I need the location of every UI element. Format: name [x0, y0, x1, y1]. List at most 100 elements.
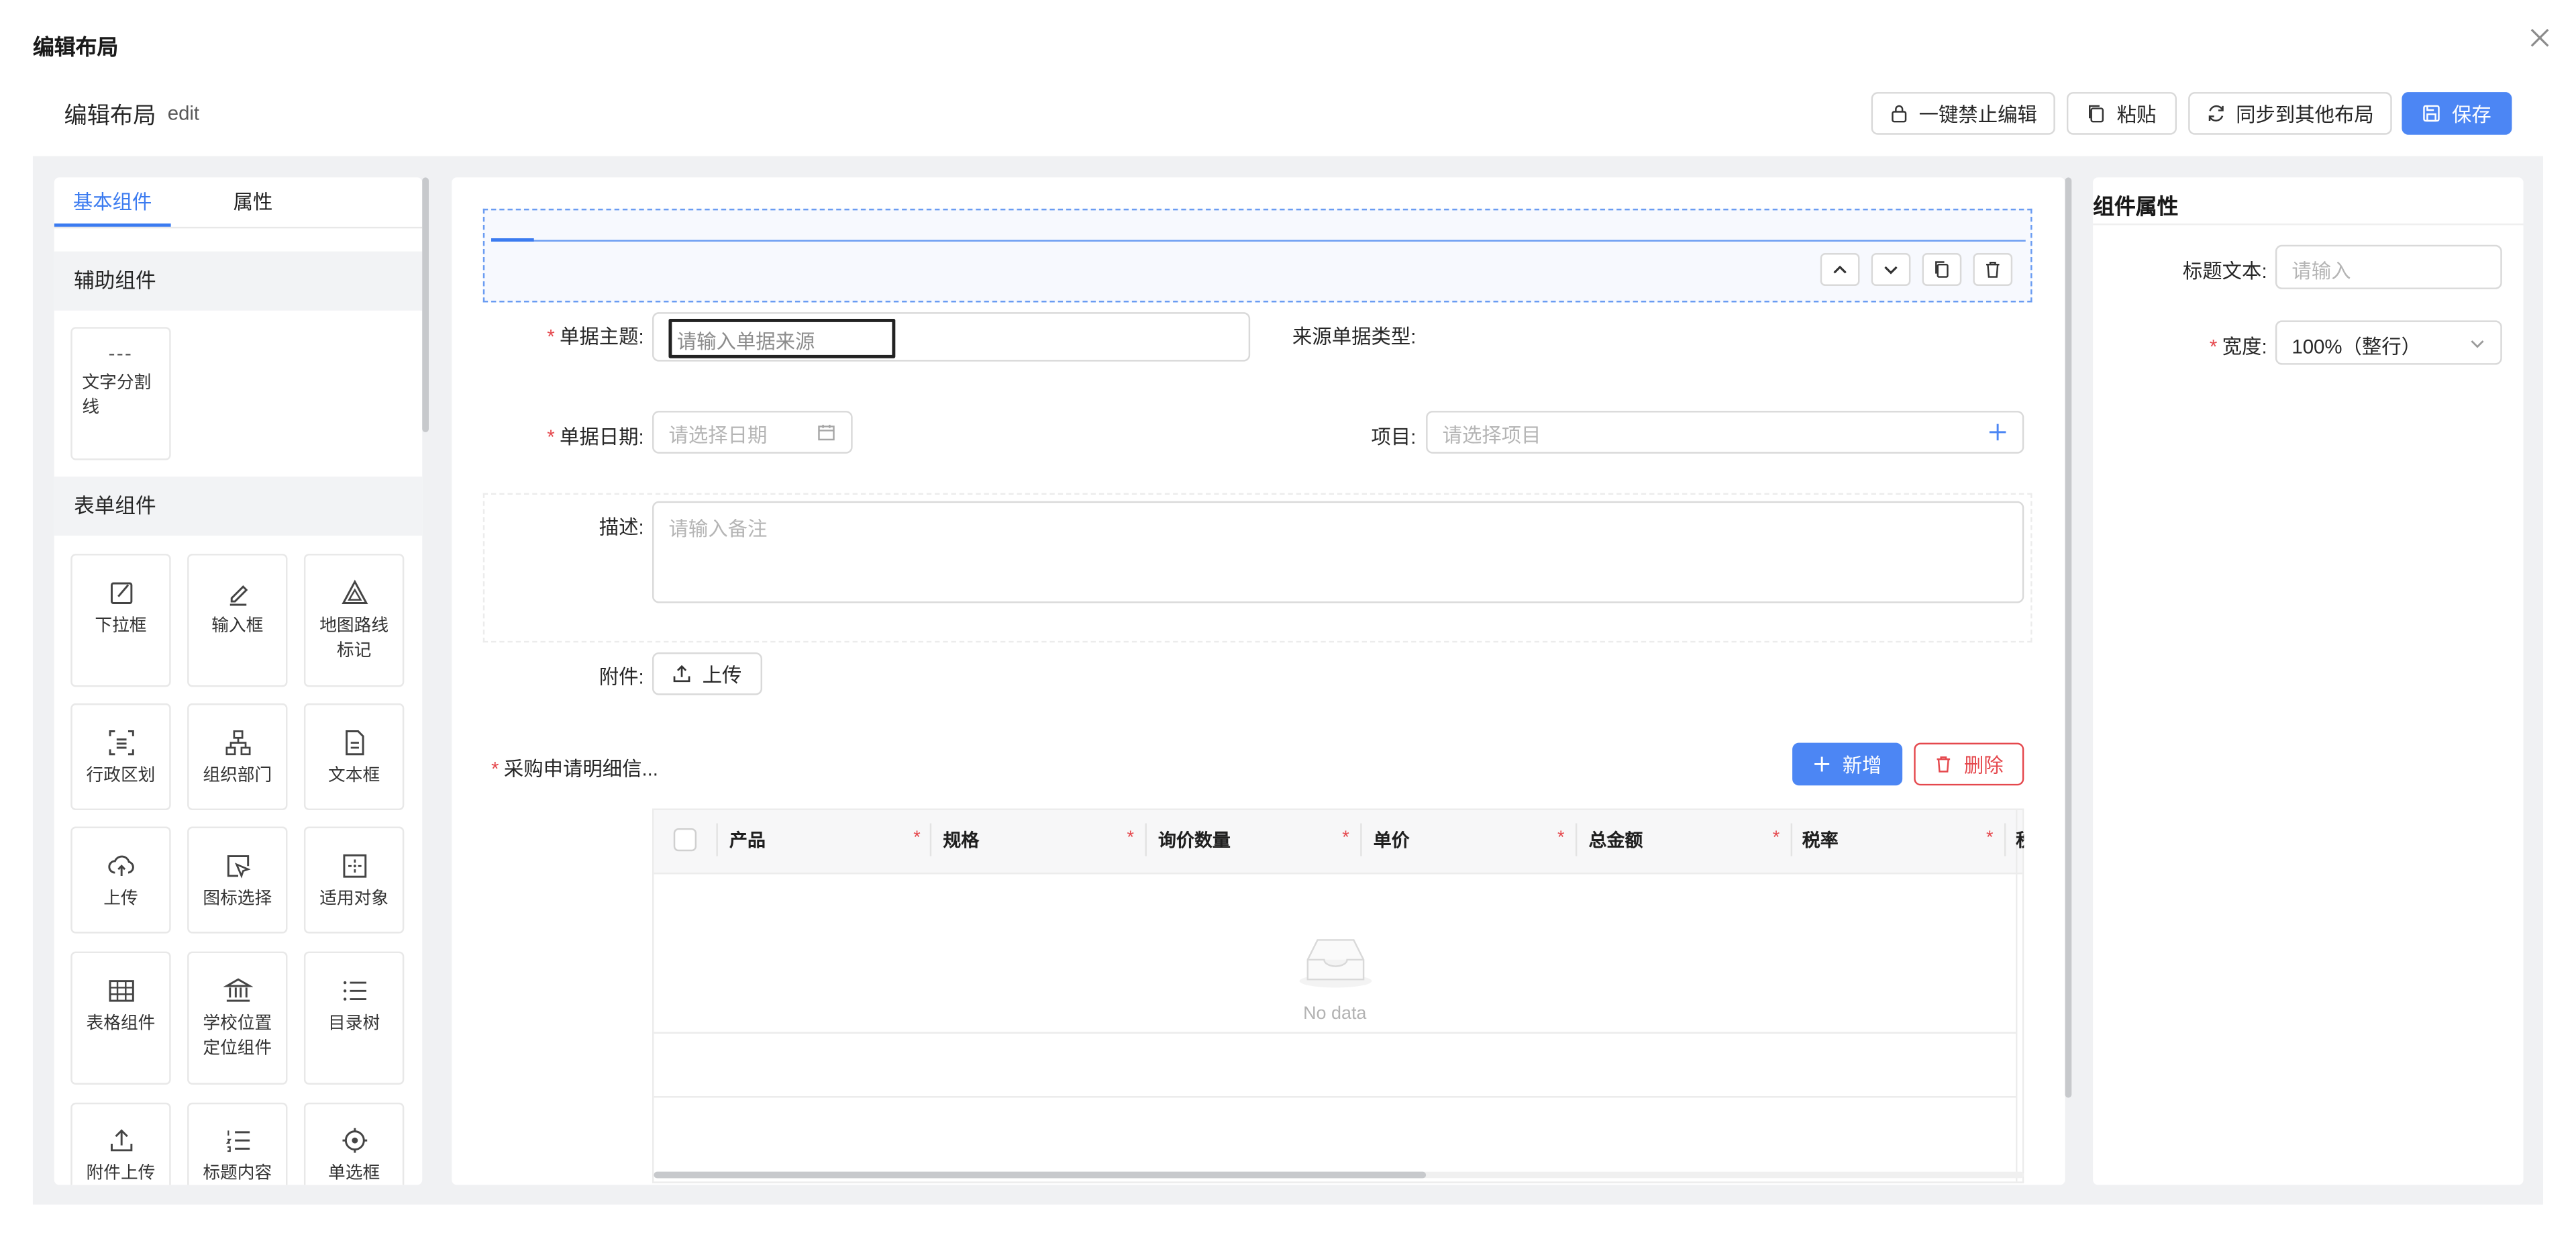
plus-icon[interactable] — [1988, 422, 2007, 442]
column-divider — [1360, 823, 1362, 856]
attach-label: 附件: — [599, 665, 644, 689]
table-icon — [106, 976, 136, 1005]
copy-block-button[interactable] — [1922, 253, 1962, 287]
bank-icon — [222, 976, 252, 1005]
project-label: 项目: — [1371, 426, 1416, 449]
cloud-upload-icon — [106, 851, 136, 881]
sync-label: 同步到其他布局 — [2236, 103, 2374, 126]
comp-label-2: 标记 — [336, 640, 372, 661]
copy-icon — [1932, 260, 1951, 279]
comp-directory-tree[interactable]: 目录树 — [303, 951, 405, 1085]
paste-label: 粘贴 — [2116, 103, 2157, 126]
column-divider — [1145, 823, 1147, 856]
lock-edit-button[interactable]: 一键禁止编辑 — [1871, 92, 2055, 135]
comp-label: 图标选择 — [203, 889, 272, 909]
save-button[interactable]: 保存 — [2402, 92, 2512, 135]
column-header-total[interactable]: 总金额 — [1589, 810, 1643, 873]
required-mark: * — [1127, 828, 1135, 848]
paste-button[interactable]: 粘贴 — [2066, 92, 2177, 135]
comp-map-route[interactable]: 地图路线 标记 — [303, 554, 405, 687]
aim-icon — [340, 1126, 369, 1155]
width-select[interactable]: 100%（整行） — [2275, 320, 2502, 365]
map-route-icon — [340, 579, 369, 608]
subject-label: * 单据主题: — [547, 325, 644, 349]
title-text-input[interactable]: 请输入 — [2275, 244, 2502, 289]
date-picker[interactable]: 请选择日期 — [652, 411, 853, 454]
project-select[interactable]: 请选择项目 — [1426, 411, 2024, 454]
comp-label: 行政区划 — [86, 765, 156, 786]
add-row-button[interactable]: 新增 — [1792, 742, 1903, 786]
required-mark: * — [1342, 828, 1349, 848]
close-icon[interactable] — [2525, 23, 2555, 52]
comp-table[interactable]: 表格组件 — [70, 951, 171, 1085]
select-all-checkbox[interactable] — [673, 828, 697, 852]
palette-scrollbar[interactable] — [422, 177, 429, 432]
upload-icon — [106, 1126, 136, 1155]
column-header-tax-cut[interactable]: 税 — [2016, 810, 2024, 873]
column-divider — [716, 823, 718, 856]
comp-label: 附件上传 — [86, 1163, 156, 1183]
comp-label-2: 定位组件 — [203, 1038, 272, 1058]
tab-properties[interactable]: 属性 — [202, 177, 304, 226]
pen-icon — [223, 579, 252, 608]
comp-label-2: 线 — [82, 397, 100, 417]
target-box-icon — [340, 851, 369, 881]
upload-button[interactable]: 上传 — [652, 652, 763, 695]
move-up-button[interactable] — [1820, 253, 1860, 287]
lock-icon — [1890, 103, 1909, 123]
tab-basic-components[interactable]: 基本组件 — [54, 177, 171, 227]
trash-icon — [1983, 260, 2002, 279]
comp-label: 文字分割 — [82, 373, 152, 393]
comp-input[interactable]: 输入框 — [187, 554, 288, 687]
required-mark: * — [1986, 828, 1994, 848]
edit-square-icon — [106, 579, 136, 608]
comp-region[interactable]: 行政区划 — [70, 703, 171, 811]
column-divider — [929, 823, 932, 856]
column-header-quantity[interactable]: 询价数量 — [1158, 810, 1231, 873]
org-chart-icon — [223, 728, 252, 758]
detail-title: * 采购申请明细信... — [491, 757, 659, 781]
canvas-scrollbar[interactable] — [2065, 177, 2072, 1098]
comp-label: 输入框 — [211, 616, 264, 636]
table-horizontal-scrollbar[interactable] — [654, 1171, 1427, 1179]
page-tag: edit — [167, 101, 200, 126]
required-mark: * — [1557, 828, 1565, 848]
delete-row-button[interactable]: 删除 — [1914, 742, 2024, 786]
comp-title-content[interactable]: 标题内容 — [187, 1102, 288, 1185]
comp-school-location[interactable]: 学校位置 定位组件 — [187, 951, 288, 1085]
sync-layout-button[interactable]: 同步到其他布局 — [2188, 92, 2392, 135]
list-icon — [340, 976, 369, 1005]
column-divider — [1790, 823, 1793, 856]
component-palette: 基本组件 属性 辅助组件 --- 文字分割 线 表单组件 下拉框 输入框 地图路… — [54, 177, 423, 1185]
comp-text-divider[interactable]: --- 文字分割 线 — [70, 327, 171, 460]
desc-textarea[interactable]: 请输入备注 — [652, 501, 2024, 603]
column-header-product[interactable]: 产品 — [729, 810, 766, 873]
column-header-tax-rate[interactable]: 税率 — [1802, 810, 1839, 873]
selected-divider-block[interactable] — [482, 208, 2032, 303]
divider-line — [491, 240, 2026, 242]
comp-applicable-object[interactable]: 适用对象 — [303, 826, 405, 934]
column-header-unit-price[interactable]: 单价 — [1374, 810, 1410, 873]
comp-attachment-upload[interactable]: 附件上传 — [70, 1102, 171, 1185]
column-header-spec[interactable]: 规格 — [943, 810, 979, 873]
delete-block-button[interactable] — [1973, 253, 2013, 287]
comp-label: 组织部门 — [203, 765, 272, 786]
empty-inbox-icon — [1296, 932, 1376, 991]
comp-radio[interactable]: 单选框 — [303, 1102, 405, 1185]
region-icon — [106, 728, 136, 758]
add-label: 新增 — [1842, 753, 1882, 777]
comp-textbox[interactable]: 文本框 — [303, 703, 405, 811]
comp-dropdown[interactable]: 下拉框 — [70, 554, 171, 687]
comp-icon-select[interactable]: 图标选择 — [187, 826, 288, 934]
move-down-button[interactable] — [1871, 253, 1911, 287]
chevron-up-icon — [1830, 260, 1849, 279]
document-icon — [340, 728, 369, 758]
subject-field-wrapper: 请输入单据来源 — [652, 312, 1251, 362]
comp-label: 上传 — [103, 889, 138, 909]
delete-label: 删除 — [1963, 753, 2004, 777]
comp-org-dept[interactable]: 组织部门 — [187, 703, 288, 811]
tab-divider — [54, 226, 423, 229]
subject-input[interactable]: 请输入单据来源 — [668, 318, 896, 358]
comp-upload[interactable]: 上传 — [70, 826, 171, 934]
group-aux: 辅助组件 — [54, 251, 423, 311]
